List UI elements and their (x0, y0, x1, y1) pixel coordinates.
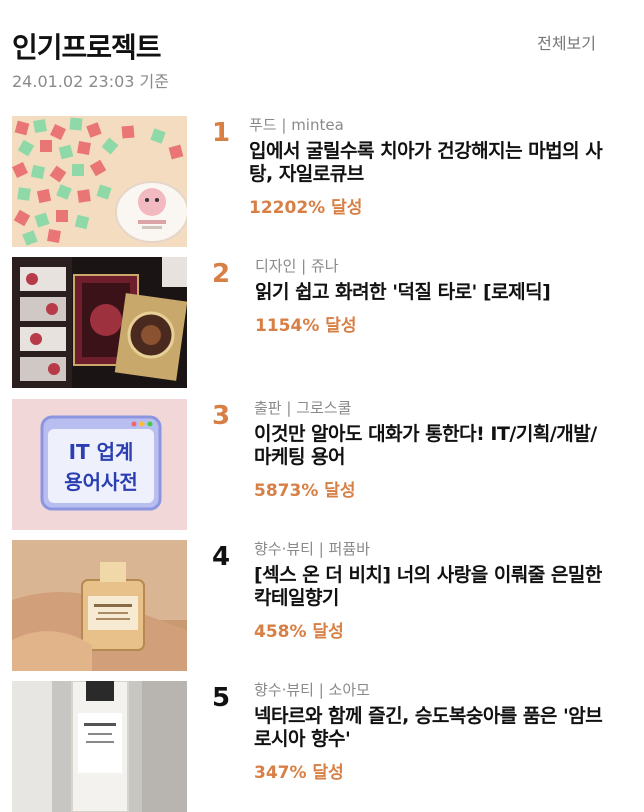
view-all-link[interactable]: 전체보기 (537, 30, 596, 54)
section-title: 인기프로젝트 (12, 31, 162, 64)
achievement-rate: 458% 달성 (254, 622, 344, 642)
achievement-rate: 347% 달성 (254, 763, 344, 783)
project-title[interactable]: 읽기 쉽고 화려한 '덕질 타로' [로제딕] (255, 281, 612, 304)
rank-number: 5 (212, 683, 231, 713)
project-info: 향수·뷰티 | 소아모 넥타르와 함께 즐긴, 승도복숭아를 품은 '암브로시아… (254, 681, 612, 783)
project-category[interactable]: 향수·뷰티 | 퍼퓸바 (254, 540, 612, 558)
achievement-rate: 5873% 달성 (254, 481, 356, 501)
project-title[interactable]: 입에서 굴릴수록 치아가 건강해지는 마법의 사탕, 자일로큐브 (249, 140, 612, 186)
project-info: 푸드 | mintea 입에서 굴릴수록 치아가 건강해지는 마법의 사탕, 자… (249, 116, 612, 218)
thumb-title-line1: IT 업계 (69, 440, 134, 464)
project-item-4[interactable]: 4 향수·뷰티 | 퍼퓸바 [섹스 온 더 비치] 너의 사랑을 이뤄줄 은밀한… (12, 540, 612, 671)
achievement-rate: 1154% 달성 (255, 316, 357, 336)
project-category[interactable]: 향수·뷰티 | 소아모 (254, 681, 612, 699)
mint-candy-image[interactable] (12, 116, 187, 247)
it-dictionary-image[interactable]: IT 업계 용어사전 (12, 399, 187, 530)
thumb-title-line2: 용어사전 (64, 470, 138, 494)
project-category[interactable]: 출판 | 그로스쿨 (254, 399, 612, 417)
timestamp: 24.01.02 23:03 기준 (12, 72, 169, 91)
project-item-3[interactable]: IT 업계 용어사전 3 출판 | 그로스쿨 이것만 알아도 대화가 통한다! … (12, 399, 612, 530)
project-item-5[interactable]: 5 향수·뷰티 | 소아모 넥타르와 함께 즐긴, 승도복숭아를 품은 '암브로… (12, 681, 612, 812)
tarot-card-image[interactable] (12, 257, 187, 388)
rank-number: 4 (212, 542, 231, 572)
project-info: 출판 | 그로스쿨 이것만 알아도 대화가 통한다! IT/기획/개발/마케팅 … (254, 399, 612, 501)
project-item-1[interactable]: 1 푸드 | mintea 입에서 굴릴수록 치아가 건강해지는 마법의 사탕,… (12, 116, 612, 247)
project-item-2[interactable]: 2 디자인 | 쥬나 읽기 쉽고 화려한 '덕질 타로' [로제딕] 1154%… (12, 257, 612, 388)
popular-projects-header: 인기프로젝트 전체보기 24.01.02 23:03 기준 (12, 26, 596, 96)
project-title[interactable]: 넥타르와 함께 즐긴, 승도복숭아를 품은 '암브로시아 향수' (254, 705, 612, 751)
project-category[interactable]: 디자인 | 쥬나 (255, 257, 612, 275)
ambrosia-perfume-image[interactable] (12, 681, 187, 812)
project-info: 향수·뷰티 | 퍼퓸바 [섹스 온 더 비치] 너의 사랑을 이뤄줄 은밀한 칵… (254, 540, 612, 642)
achievement-rate: 12202% 달성 (249, 198, 363, 218)
project-title[interactable]: 이것만 알아도 대화가 통한다! IT/기획/개발/마케팅 용어 (254, 423, 612, 469)
rank-number: 2 (212, 259, 231, 289)
perfume-bottle-image[interactable] (12, 540, 187, 671)
rank-number: 1 (212, 118, 231, 148)
project-info: 디자인 | 쥬나 읽기 쉽고 화려한 '덕질 타로' [로제딕] 1154% 달… (255, 257, 612, 336)
rank-number: 3 (212, 401, 231, 431)
project-title[interactable]: [섹스 온 더 비치] 너의 사랑을 이뤄줄 은밀한 칵테일향기 (254, 564, 612, 610)
project-category[interactable]: 푸드 | mintea (249, 116, 612, 134)
